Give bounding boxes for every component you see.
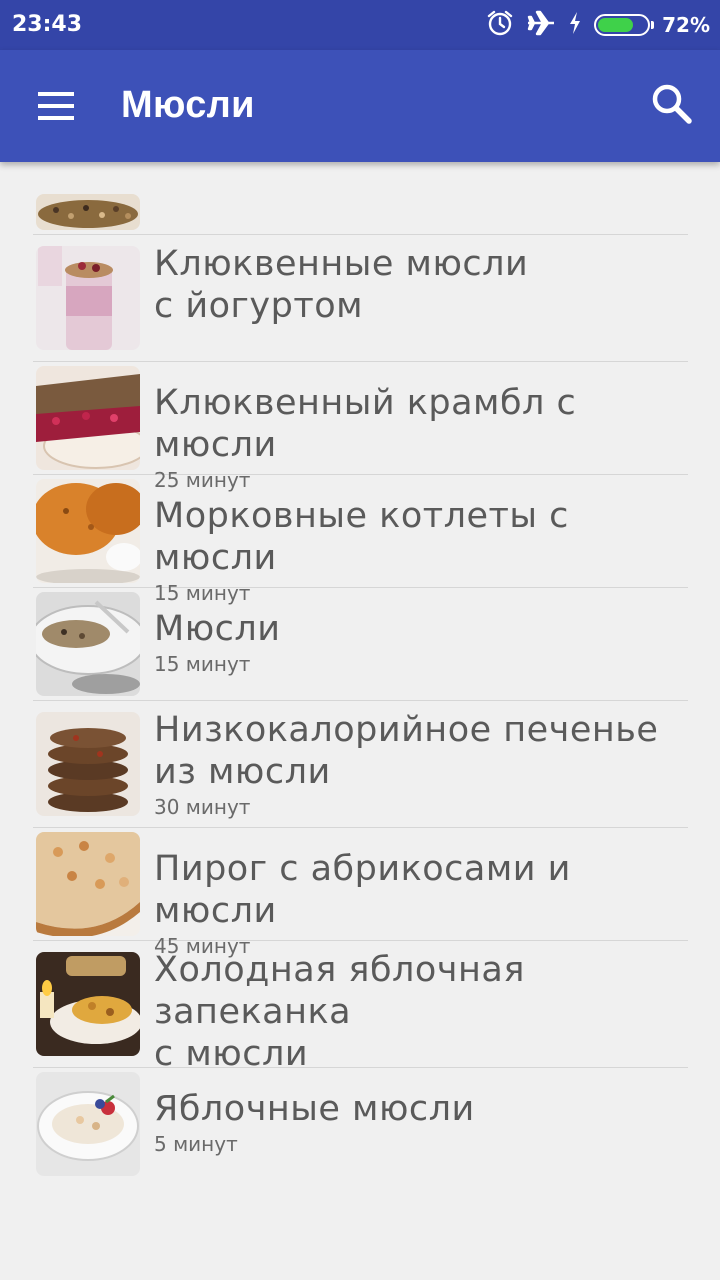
recipe-text: Яблочные мюсли 5 минут (154, 1088, 475, 1156)
charging-icon (568, 11, 582, 40)
recipe-time: 30 минут (154, 795, 251, 819)
list-item[interactable]: Пирог с абрикосами и мюсли 45 минут (33, 828, 688, 958)
recipe-title: Пирог с абрикосами и мюсли (154, 849, 571, 931)
battery-icon (594, 14, 655, 36)
recipe-title: Низкокалорийное печенье (154, 710, 659, 750)
list-item[interactable]: Яблочные мюсли 5 минут (33, 1068, 688, 1181)
battery-percent: 72% (662, 13, 710, 37)
app-bar: Мюсли (0, 50, 720, 162)
recipe-title: Морковные котлеты с мюсли (154, 496, 569, 578)
airplane-mode-icon (526, 9, 556, 42)
recipe-image (36, 479, 140, 583)
status-bar: 23:43 72% (0, 0, 720, 50)
recipe-image (36, 952, 140, 1056)
recipe-text: Низкокалорийное печенье из мюсли 30 мину… (154, 709, 658, 819)
recipe-text: Холодная яблочная запеканка с мюсли (154, 949, 688, 1075)
hamburger-menu-icon[interactable] (28, 84, 84, 128)
recipe-image (36, 592, 140, 696)
search-icon[interactable] (648, 80, 696, 128)
list-item[interactable]: Мюсли 15 минут (33, 588, 688, 701)
list-item[interactable]: Клюквенные мюсли с йогуртом (33, 235, 688, 362)
recipe-image (36, 832, 140, 936)
status-icons: 72% (486, 10, 710, 40)
recipe-title: Холодная яблочная запеканка (154, 950, 525, 1032)
list-item[interactable]: Низкокалорийное печенье из мюсли 30 мину… (33, 701, 688, 828)
recipe-title: Клюквенные мюсли (154, 244, 529, 284)
recipe-text: Мюсли 15 минут (154, 608, 281, 676)
recipe-image (36, 366, 140, 470)
recipe-image (36, 194, 140, 230)
recipe-title: Яблочные мюсли (154, 1089, 475, 1129)
battery-level-fill (598, 18, 633, 32)
list-item[interactable]: Морковные котлеты с мюсли 15 минут (33, 475, 688, 605)
recipe-image (36, 712, 140, 816)
recipe-time: 5 минут (154, 1132, 238, 1156)
recipe-title: Мюсли (154, 609, 281, 649)
list-item[interactable] (33, 190, 688, 235)
list-item[interactable]: Клюквенный крамбл с мюсли 25 минут (33, 362, 688, 492)
status-time: 23:43 (12, 12, 83, 37)
page-title: Мюсли (121, 84, 255, 126)
alarm-icon (486, 9, 514, 42)
recipe-list: Клюквенные мюсли с йогуртом Клюквенный к… (0, 190, 720, 1181)
recipe-image (36, 246, 140, 350)
recipe-title-line2: из мюсли (154, 752, 331, 792)
recipe-title-line2: с йогуртом (154, 286, 364, 326)
recipe-time: 15 минут (154, 652, 251, 676)
recipe-text: Клюквенные мюсли с йогуртом (154, 243, 528, 327)
recipe-title: Клюквенный крамбл с мюсли (154, 383, 577, 465)
list-item[interactable]: Холодная яблочная запеканка с мюсли (33, 941, 688, 1074)
recipe-image (36, 1072, 140, 1176)
